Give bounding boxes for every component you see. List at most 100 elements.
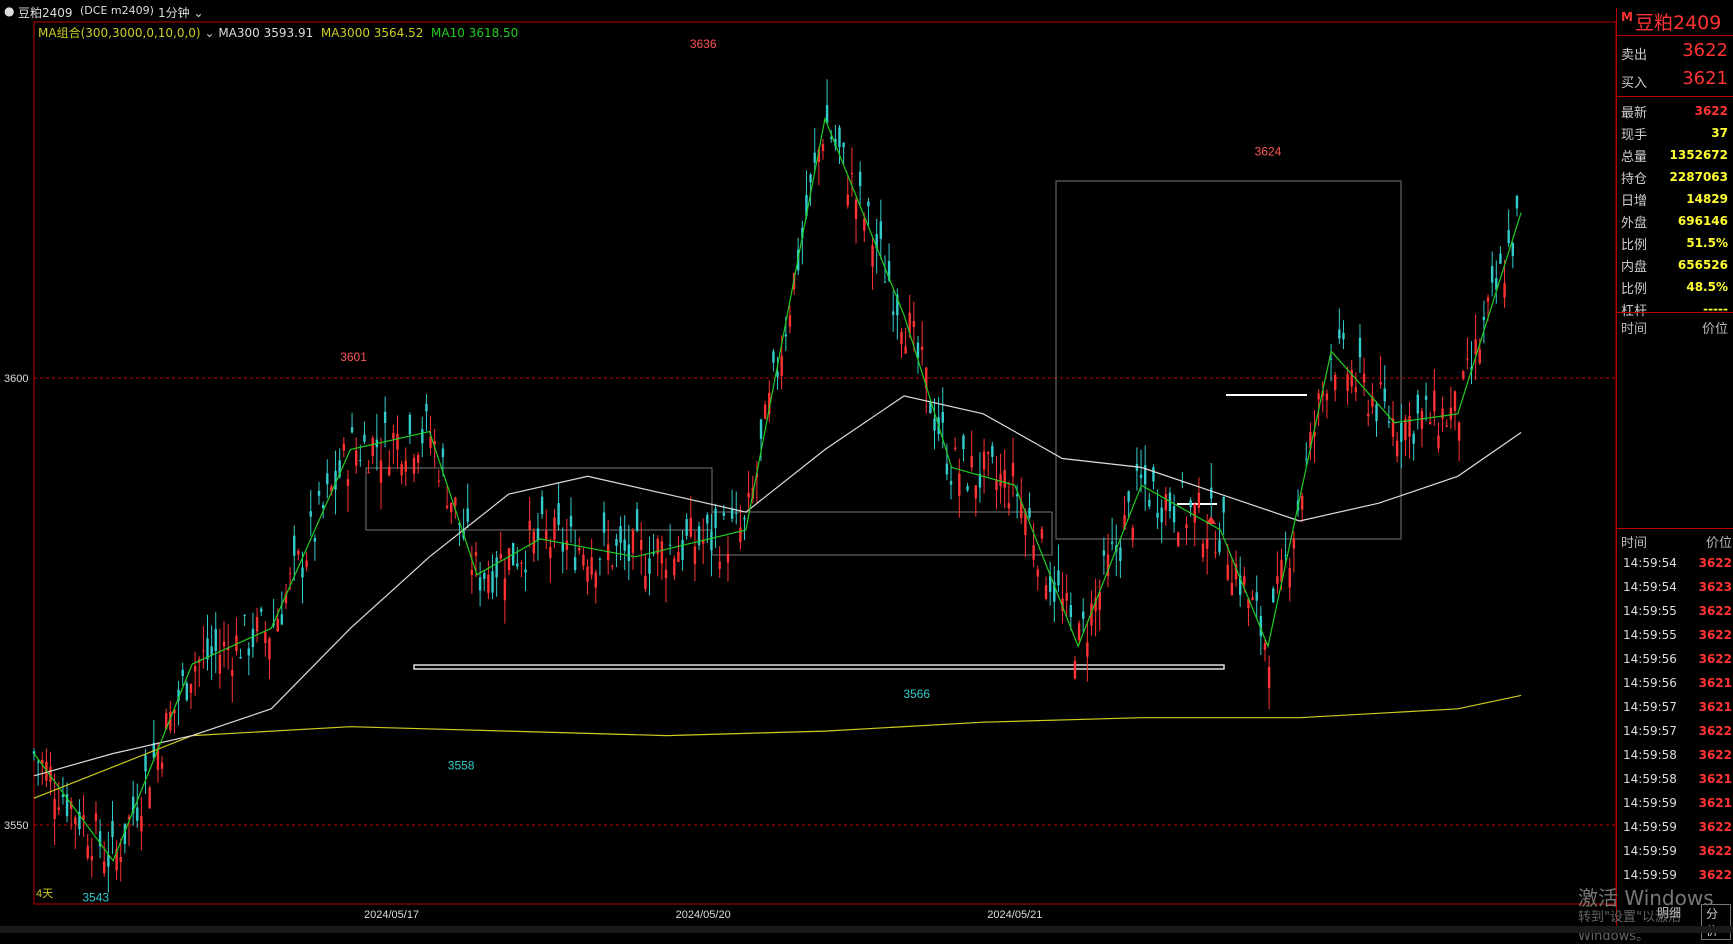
chevron-down-icon[interactable]: ⌄ [201,26,219,40]
candle-body [1185,524,1188,529]
candle-body [388,466,391,476]
candle-body [966,486,969,491]
candle-body [1251,597,1254,600]
candle-body [1400,422,1403,442]
ma-group-label: MA组合(300,3000,0,10,0,0) [38,26,201,40]
candle-body [454,497,457,506]
tick-time: 14:59:57 [1623,700,1677,714]
candle-body [367,472,370,474]
candle-body [1375,404,1378,422]
candle-body [1218,540,1221,553]
candle-body [441,448,445,458]
tick-price: 3621 [1698,772,1732,786]
candle-body [111,820,114,838]
candle-body [545,530,548,540]
candle-body [858,171,862,187]
candle-body [697,526,701,546]
candle-body [1511,243,1515,256]
candle-body [573,557,577,570]
candle-body [218,654,222,674]
candle-body [222,641,226,647]
candle-body [1457,422,1461,441]
candle-body [1478,349,1481,364]
candle-body [309,511,312,517]
candle-body [606,544,610,561]
candle-body [586,566,589,582]
tick-time: 14:59:55 [1623,628,1677,642]
candle-body [268,638,271,660]
date-axis-label: 2024/05/21 [987,909,1042,921]
candle-body [1082,611,1085,619]
tick-time: 14:59:56 [1623,652,1677,666]
candle-body [1036,569,1039,577]
candle-body [933,418,936,431]
candle-body [1069,605,1073,617]
candle-body [842,142,845,148]
candle-body [288,573,292,575]
candle-body [949,481,953,485]
tick-price: 3621 [1698,676,1732,690]
candle-body [495,557,498,578]
ma300-value: MA300 3593.91 [218,26,314,40]
candle-body [664,569,668,579]
quote-value: 51.5% [1686,236,1728,250]
candle-body [61,794,65,798]
sell-price: 3622 [1682,40,1728,61]
candle-body [74,817,77,825]
candle-body [359,460,362,462]
candle-body [553,517,556,540]
candle-body [507,548,511,571]
candle-body [722,512,726,516]
candle-body [346,479,350,486]
tick-price: 3623 [1698,580,1732,594]
buy-label: 买入 [1621,76,1648,91]
candle-body [1243,576,1246,585]
candle-body [499,554,502,559]
candle-body [540,496,544,515]
candle-body [1490,266,1494,283]
candle-body [1515,195,1519,209]
candle-body [850,172,854,174]
candle-body [1201,543,1205,558]
candle-body [1424,395,1428,400]
candle-body [900,331,903,345]
candle-body [726,553,730,563]
candle-body [1193,503,1196,523]
candle-body [1164,494,1168,511]
candle-body [677,551,680,563]
candle-body [582,554,585,566]
candle-body [1205,538,1209,549]
candle-body [293,535,296,556]
tick-time: 14:59:58 [1623,772,1677,786]
quote-row: 比例 51.5% [1617,234,1733,256]
candle-body [644,575,647,589]
candle-body [1226,564,1229,580]
tick-row: 14:59:54 3623 [1617,580,1733,604]
candle-body [478,577,482,591]
candle-body [251,628,255,648]
candle-body [1338,329,1341,339]
candle-body [1507,230,1510,244]
candle-body [627,544,631,562]
candle-body [1437,435,1440,449]
candle-body [1333,374,1337,391]
candle-body [53,798,56,819]
candle-body [953,447,957,450]
panel-header: M 豆粕2409 [1619,8,1732,34]
candle-body [594,572,597,588]
candle-body [1288,567,1291,588]
candle-body [602,512,606,533]
price-chart[interactable]: 3600 3550 2024/05/17 2024/05/20 2024/05/21 4天… [0,0,1733,933]
candle-body [421,429,424,444]
candle-body [1433,390,1436,412]
candle-body [1317,393,1320,400]
candle-body [809,174,812,183]
candle-body [1503,283,1506,298]
candle-body [1429,421,1432,425]
col-price: 价位 [1705,536,1732,551]
candle-body [379,460,383,483]
quote-label: 比例 [1621,282,1648,297]
candle-body [1395,440,1399,457]
candle-body [1127,491,1130,502]
quote-row: 日增 14829 [1617,190,1733,212]
